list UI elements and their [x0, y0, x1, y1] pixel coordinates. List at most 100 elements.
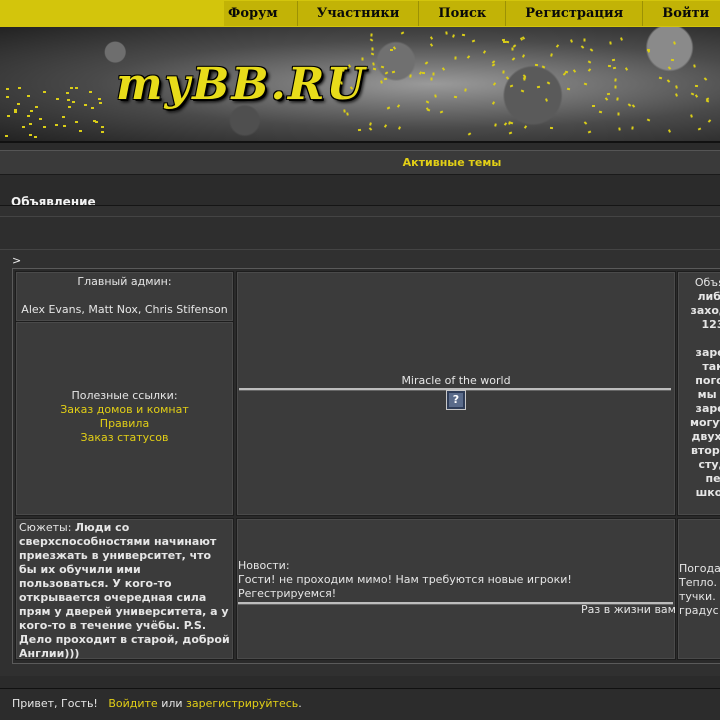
weather-line: Погода — [679, 562, 720, 575]
register-link[interactable]: зарегистрируйтесь — [186, 697, 298, 710]
banner-speck — [693, 64, 696, 68]
right-announcement-text: Объявлибозаходи123 зарегтакпоговмы рзаре… — [678, 276, 720, 500]
nav-search-link[interactable]: Поиск — [418, 1, 505, 26]
banner-speck — [361, 57, 364, 61]
banner-speck — [666, 79, 671, 83]
banner-speck — [503, 122, 508, 126]
admin-cell: Главный админ: Alex Evans, Matt Nox, Chr… — [15, 271, 234, 322]
right-announcement-line: студ — [698, 458, 720, 471]
link-order-houses[interactable]: Заказ домов и комнат — [16, 403, 233, 417]
nav-forum-link[interactable]: Форум — [224, 1, 297, 26]
banner-speck — [452, 34, 455, 38]
link-order-statuses[interactable]: Заказ статусов — [16, 431, 233, 445]
nav-members-link[interactable]: Участники — [296, 1, 419, 26]
banner-speck — [383, 124, 388, 128]
banner-speck — [668, 129, 671, 133]
banner-speck — [587, 60, 592, 64]
banner-speck — [607, 64, 612, 68]
banner-speck — [502, 70, 505, 74]
banner-speck — [598, 110, 603, 114]
banner-speck — [612, 66, 617, 70]
banner-speck — [14, 111, 17, 113]
banner-speck — [101, 126, 104, 128]
banner-speck — [492, 82, 497, 86]
banner-speck — [673, 41, 676, 45]
banner-speck — [505, 76, 510, 80]
banner-speck — [646, 118, 651, 122]
banner-speck — [453, 95, 458, 99]
banner-speck — [383, 77, 388, 81]
link-rules[interactable]: Правила — [16, 417, 233, 431]
banner-speck — [369, 122, 372, 126]
banner-speck — [29, 123, 32, 125]
banner-speck — [466, 55, 471, 59]
weather-line: градус — [679, 604, 719, 617]
banner-speck — [482, 50, 487, 54]
announcement-marker: > — [12, 254, 22, 267]
banner-speck — [439, 110, 444, 114]
active-topics-link[interactable]: Активные темы — [219, 156, 502, 169]
banner-speck — [371, 47, 374, 51]
right-announcement-line — [678, 332, 720, 346]
banner-speck — [550, 53, 553, 57]
banner-speck — [6, 96, 9, 98]
banner-speck — [690, 114, 693, 118]
banner-speck — [511, 47, 514, 51]
banner-speck — [580, 45, 585, 49]
banner-speck — [541, 65, 546, 69]
banner-speck — [72, 101, 75, 103]
banner-speck — [587, 130, 592, 134]
right-announcement-line: школ — [695, 486, 720, 499]
banner-speck — [546, 81, 551, 85]
banner-speck — [707, 119, 712, 123]
banner-speck — [520, 89, 525, 93]
banner-speck — [372, 67, 377, 71]
banner-speck — [627, 103, 632, 107]
banner-speck — [390, 49, 393, 51]
banner-speck — [372, 62, 375, 66]
banner-speck — [17, 103, 20, 105]
banner-speck — [84, 104, 87, 106]
banner-speck — [43, 126, 46, 128]
banner-speck — [694, 94, 699, 98]
banner-speck — [471, 39, 476, 43]
banner-speck — [454, 56, 457, 60]
guest-greeting: Привет, Гость! — [12, 697, 98, 710]
banner-speck — [101, 131, 104, 133]
banner-speck — [340, 95, 345, 99]
forum-logo[interactable]: myBB.RU — [116, 59, 367, 110]
login-link[interactable]: Войдите — [108, 697, 157, 710]
nav-login-link[interactable]: Войти — [642, 1, 720, 26]
banner-speck — [27, 95, 30, 97]
banner-speck — [432, 72, 435, 76]
banner-speck — [370, 33, 373, 37]
banner-speck — [5, 135, 8, 137]
banner-speck — [587, 68, 592, 72]
guest-footer: Привет, Гость! Войдите или зарегистрируй… — [0, 688, 720, 720]
banner-speck — [583, 82, 588, 86]
info-table: Главный админ: Alex Evans, Matt Nox, Chr… — [12, 268, 720, 664]
banner-speck — [425, 100, 430, 104]
banner-speck — [523, 77, 526, 81]
banner-speck — [534, 63, 539, 67]
banner-speck — [93, 120, 96, 122]
banner-speck — [511, 57, 516, 61]
banner-speck — [424, 61, 429, 65]
right-announcement-cell: Объявлибозаходи123 зарегтакпоговмы рзаре… — [677, 271, 720, 516]
middle-cell: Miracle of the world ? — [236, 271, 676, 516]
banner-speck — [79, 130, 82, 132]
banner-speck — [606, 92, 611, 96]
weather-cell: Погода Тепло. тучки. градус — [677, 518, 720, 660]
banner-speck — [369, 38, 374, 42]
banner-speck — [667, 66, 672, 70]
banner-speck — [6, 88, 9, 90]
banner-speck — [66, 92, 69, 94]
banner-speck — [99, 102, 102, 104]
banner-speck — [70, 87, 73, 89]
nav-register-link[interactable]: Регистрация — [505, 1, 642, 26]
news-line-2: Регестрируемся! — [238, 587, 337, 600]
banner-speck — [675, 85, 678, 89]
banner-speck — [464, 88, 467, 92]
banner-speck — [380, 65, 385, 69]
banner-speck — [705, 99, 710, 103]
